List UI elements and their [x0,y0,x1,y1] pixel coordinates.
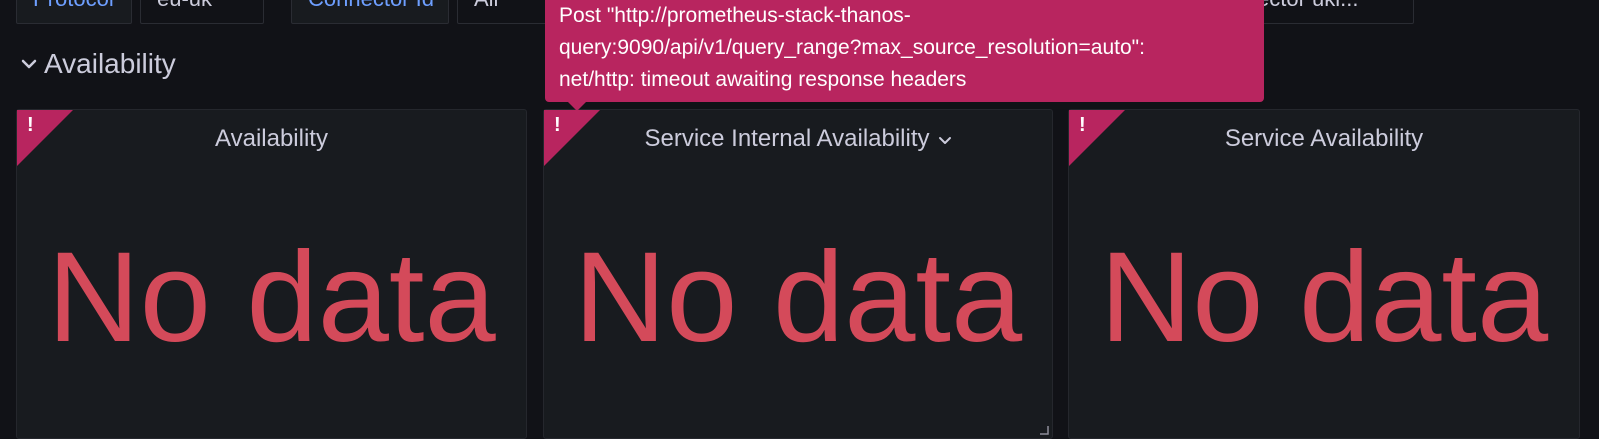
panel-service-availability: ! Service Availability No data [1068,109,1580,439]
row-header-availability[interactable]: Availability [20,44,176,84]
no-data-text: No data [1099,226,1549,369]
panel-service-internal-availability: ! Service Internal Availability No data [543,109,1053,439]
error-tooltip-line: net/http: timeout awaiting response head… [559,68,967,91]
panel-title[interactable]: Availability [17,124,526,154]
variable-select-protocol[interactable]: eu-uk [140,0,264,24]
variable-label-protocol: Protocol [16,0,132,24]
resize-handle-icon[interactable] [1039,425,1049,435]
variable-select-connector[interactable]: ...ector uki [1240,0,1414,24]
panel-availability: ! Availability No data [16,109,527,439]
panel-title[interactable]: Service Internal Availability [544,124,1052,154]
no-data-text: No data [573,226,1023,369]
chevron-down-icon[interactable] [938,133,952,147]
error-tooltip-line: Post "http://prometheus-stack-thanos- [559,4,911,27]
row-title: Availability [44,48,176,79]
chevron-down-icon [21,59,37,69]
error-tooltip-arrow [567,101,587,111]
variable-label-connector-id: Connector Id [291,0,449,24]
error-tooltip-line: query:9090/api/v1/query_range?max_source… [559,36,1145,59]
variable-select-connector-id[interactable]: All [457,0,547,24]
error-tooltip: Post "http://prometheus-stack-thanos- qu… [545,0,1264,102]
no-data-text: No data [47,226,496,369]
panel-title[interactable]: Service Availability [1069,124,1579,154]
